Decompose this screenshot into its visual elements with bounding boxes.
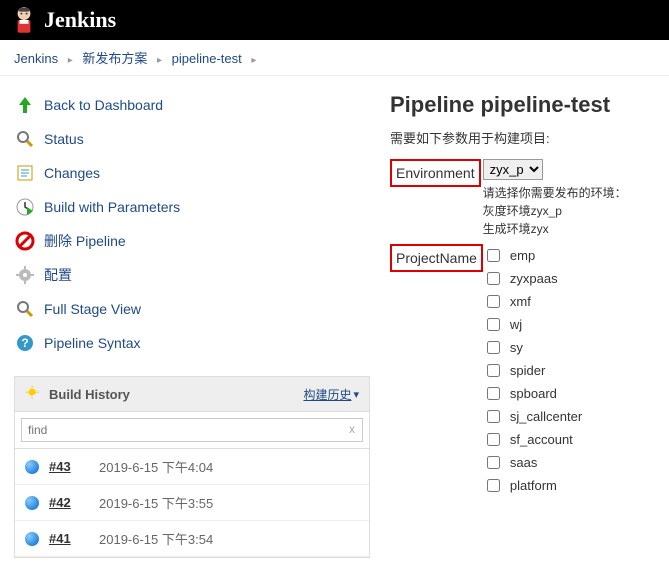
- gear-icon: [14, 264, 36, 286]
- weather-icon: [25, 385, 43, 403]
- project-label: xmf: [510, 294, 531, 309]
- project-checklist: emp zyxpaas xmf wj sy spider spboard sj_callcen…: [485, 244, 582, 497]
- build-status-ball-icon: [25, 460, 39, 474]
- project-checkbox[interactable]: [487, 410, 500, 423]
- build-number-link[interactable]: #41: [49, 531, 99, 546]
- build-number-link[interactable]: #42: [49, 495, 99, 510]
- history-trend-link[interactable]: 构建历史: [303, 386, 351, 403]
- project-checkbox[interactable]: [487, 387, 500, 400]
- project-checkbox[interactable]: [487, 341, 500, 354]
- task-label[interactable]: Back to Dashboard: [44, 97, 163, 113]
- breadcrumb-item[interactable]: 新发布方案: [82, 51, 147, 66]
- project-checkbox[interactable]: [487, 479, 500, 492]
- build-status-ball-icon: [25, 496, 39, 510]
- brand-text[interactable]: Jenkins: [44, 7, 116, 33]
- build-time: 2019-6-15 下午3:55: [99, 493, 213, 512]
- project-item: spider: [487, 359, 582, 382]
- project-checkbox[interactable]: [487, 318, 500, 331]
- task-full-stage-view[interactable]: Full Stage View: [14, 292, 370, 326]
- env-hint-text: 生成环境zyx: [483, 220, 627, 238]
- notes-icon: [14, 162, 36, 184]
- environment-select[interactable]: zyx_p: [483, 159, 543, 180]
- project-item: xmf: [487, 290, 582, 313]
- project-item: platform: [487, 474, 582, 497]
- task-status[interactable]: Status: [14, 122, 370, 156]
- history-title: Build History: [49, 387, 303, 402]
- task-label[interactable]: 配置: [44, 265, 72, 285]
- build-time: 2019-6-15 下午3:54: [99, 529, 213, 548]
- project-item: sy: [487, 336, 582, 359]
- project-checkbox[interactable]: [487, 249, 500, 262]
- build-row[interactable]: #412019-6-15 下午3:54: [15, 521, 369, 557]
- project-label: saas: [510, 455, 537, 470]
- search-icon: [14, 128, 36, 150]
- build-status-ball-icon: [25, 532, 39, 546]
- project-item: spboard: [487, 382, 582, 405]
- svg-text:?: ?: [21, 336, 28, 350]
- project-item: sf_account: [487, 428, 582, 451]
- project-checkbox[interactable]: [487, 272, 500, 285]
- parameters-subtitle: 需要如下参数用于构建项目:: [390, 128, 659, 147]
- project-item: wj: [487, 313, 582, 336]
- breadcrumb-item[interactable]: Jenkins: [14, 51, 58, 66]
- task-pipeline-syntax[interactable]: ? Pipeline Syntax: [14, 326, 370, 360]
- task-label[interactable]: Pipeline Syntax: [44, 335, 141, 351]
- project-label: wj: [510, 317, 522, 332]
- project-label: sf_account: [510, 432, 573, 447]
- task-delete-pipeline[interactable]: 删除 Pipeline: [14, 224, 370, 258]
- clock-play-icon: [14, 196, 36, 218]
- breadcrumb-item[interactable]: pipeline-test: [172, 51, 242, 66]
- history-find-input[interactable]: [21, 418, 363, 442]
- project-checkbox[interactable]: [487, 295, 500, 308]
- project-item: emp: [487, 244, 582, 267]
- up-arrow-icon: [14, 94, 36, 116]
- project-checkbox[interactable]: [487, 456, 500, 469]
- task-label[interactable]: 删除 Pipeline: [44, 231, 126, 251]
- environment-param-label: Environment: [390, 159, 481, 187]
- chevron-right-icon: ▸: [68, 55, 73, 66]
- project-item: sj_callcenter: [487, 405, 582, 428]
- project-label: sj_callcenter: [510, 409, 582, 424]
- top-bar: Jenkins: [0, 0, 669, 40]
- build-row[interactable]: #432019-6-15 下午4:04: [15, 449, 369, 485]
- task-label[interactable]: Changes: [44, 165, 100, 181]
- project-checkbox[interactable]: [487, 433, 500, 446]
- jenkins-logo-icon: [10, 4, 38, 36]
- project-label: emp: [510, 248, 535, 263]
- build-time: 2019-6-15 下午4:04: [99, 457, 213, 476]
- env-hint-text: 灰度环境zyx_p: [483, 202, 627, 220]
- search-icon: [14, 298, 36, 320]
- project-checkbox[interactable]: [487, 364, 500, 377]
- build-number-link[interactable]: #43: [49, 459, 99, 474]
- clear-icon[interactable]: x: [349, 422, 355, 436]
- project-label: platform: [510, 478, 557, 493]
- sidebar: Back to Dashboard Status Changes Build w…: [0, 76, 380, 570]
- env-hint-text: 请选择你需要发布的环境：: [483, 184, 627, 202]
- task-changes[interactable]: Changes: [14, 156, 370, 190]
- projectname-param-label: ProjectName: [390, 244, 483, 272]
- breadcrumb: Jenkins ▸ 新发布方案 ▸ pipeline-test ▸: [0, 40, 669, 76]
- task-build-with-parameters[interactable]: Build with Parameters: [14, 190, 370, 224]
- task-label[interactable]: Full Stage View: [44, 301, 141, 317]
- project-label: zyxpaas: [510, 271, 558, 286]
- trend-caret-icon: ▾: [353, 388, 359, 401]
- task-list: Back to Dashboard Status Changes Build w…: [14, 88, 370, 360]
- page-title: Pipeline pipeline-test: [390, 92, 659, 118]
- help-icon: ?: [14, 332, 36, 354]
- delete-icon: [14, 230, 36, 252]
- project-item: saas: [487, 451, 582, 474]
- task-label[interactable]: Status: [44, 131, 84, 147]
- chevron-right-icon: ▸: [157, 55, 162, 66]
- project-label: spider: [510, 363, 545, 378]
- chevron-right-icon: ▸: [251, 55, 256, 66]
- build-history-panel: Build History 构建历史 ▾ x #432019-6-15 下午4:…: [14, 376, 370, 558]
- task-configure[interactable]: 配置: [14, 258, 370, 292]
- task-back-to-dashboard[interactable]: Back to Dashboard: [14, 88, 370, 122]
- build-row[interactable]: #422019-6-15 下午3:55: [15, 485, 369, 521]
- project-label: sy: [510, 340, 523, 355]
- task-label[interactable]: Build with Parameters: [44, 199, 180, 215]
- project-label: spboard: [510, 386, 557, 401]
- project-item: zyxpaas: [487, 267, 582, 290]
- main-panel: Pipeline pipeline-test 需要如下参数用于构建项目: Env…: [380, 76, 669, 570]
